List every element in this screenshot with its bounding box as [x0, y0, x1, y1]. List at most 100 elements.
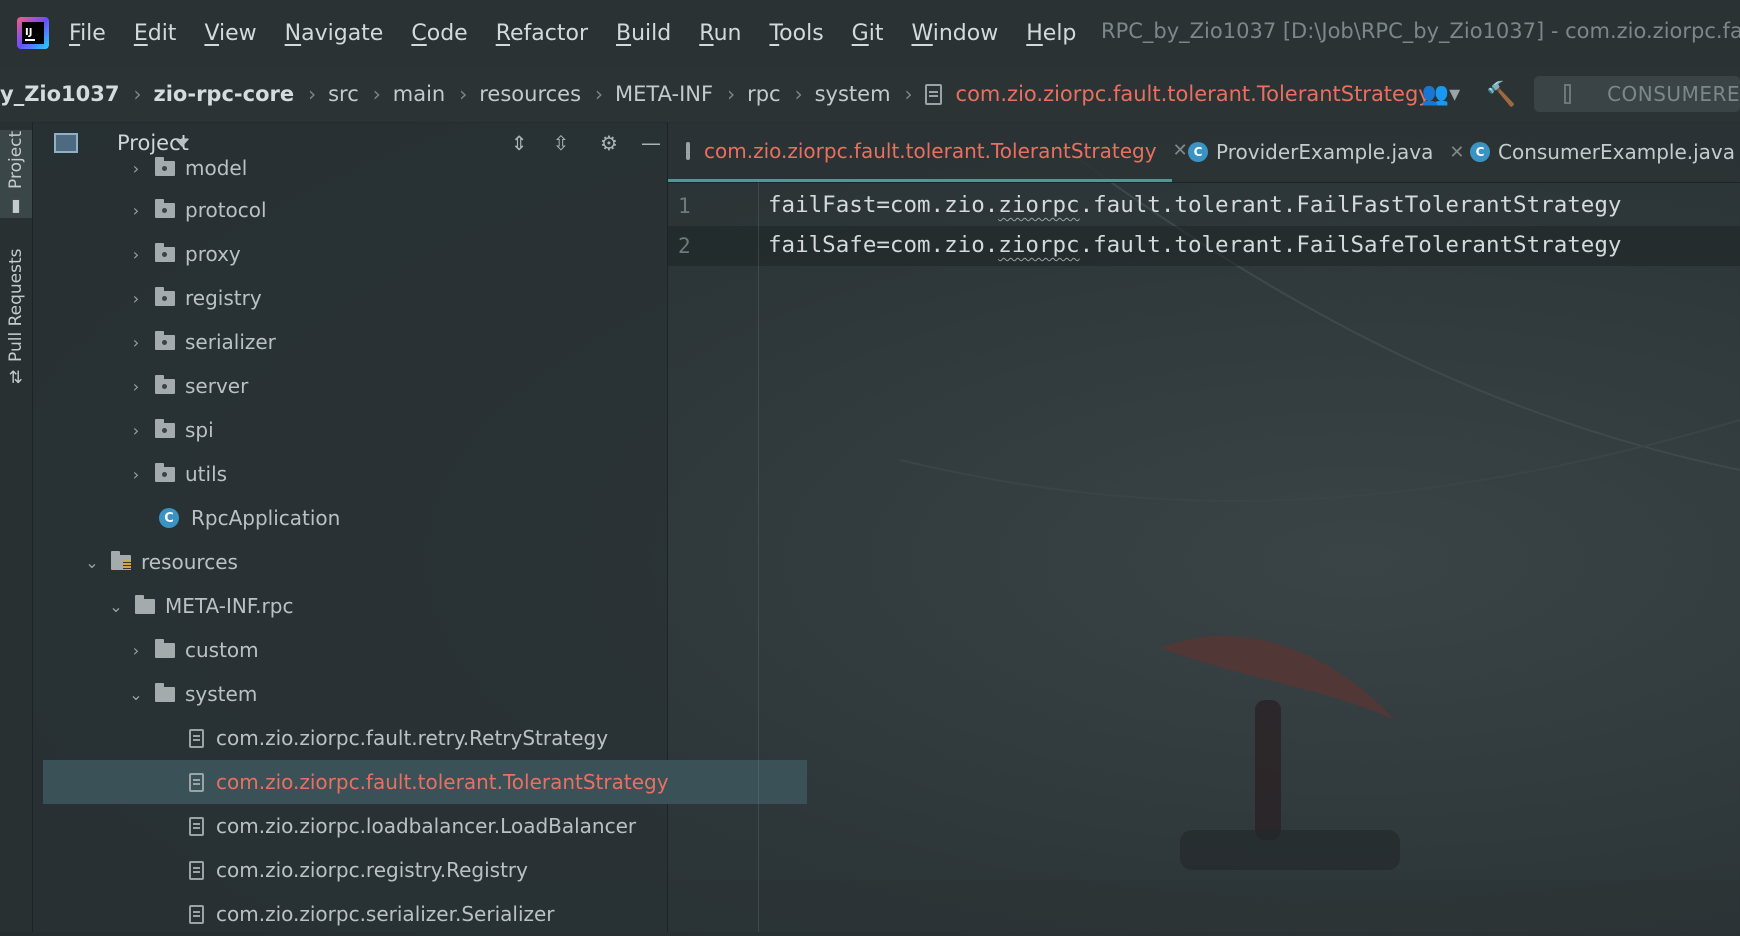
- breadcrumb-module[interactable]: zio-rpc-core: [154, 82, 295, 106]
- java-class-icon: C: [1188, 142, 1208, 162]
- run-config-icon: [1564, 84, 1572, 104]
- code-line-1[interactable]: failFast=com.zio.ziorpc.fault.tolerant.F…: [768, 192, 1621, 218]
- tree-item-label: resources: [141, 550, 238, 574]
- file-icon: [189, 904, 204, 924]
- tab-tolerant-strategy[interactable]: com.zio.ziorpc.fault.tolerant.TolerantSt…: [668, 122, 1188, 182]
- code-text-typo: ziorpc: [998, 192, 1080, 218]
- chevron-down-icon[interactable]: ⌄: [109, 597, 123, 616]
- tree-item-meta-inf-rpc[interactable]: ⌄ META-INF.rpc: [33, 584, 743, 628]
- menu-build[interactable]: Build: [616, 21, 671, 46]
- breadcrumb-rpc[interactable]: rpc: [747, 82, 781, 106]
- chevron-right-icon[interactable]: ›: [129, 159, 143, 178]
- line-number: 1: [678, 194, 691, 218]
- navigation-bar: y_Zio1037 › zio-rpc-core › src › main › …: [0, 66, 1740, 123]
- tree-item-label: protocol: [185, 198, 267, 222]
- tree-item-label: com.zio.ziorpc.serializer.Serializer: [216, 902, 555, 926]
- file-icon: [686, 141, 690, 160]
- intellij-logo-icon[interactable]: IJ: [17, 17, 49, 49]
- code-text: .fault.tolerant.FailFastTolerantStrategy: [1079, 192, 1622, 218]
- chevron-right-icon[interactable]: ›: [129, 333, 143, 352]
- chevron-right-icon: ›: [133, 82, 142, 106]
- tree-item-protocol[interactable]: › protocol: [33, 188, 763, 232]
- code-text: failSafe=com.zio.: [768, 232, 999, 258]
- menu-edit[interactable]: Edit: [134, 21, 177, 46]
- tree-item-label: com.zio.ziorpc.loadbalancer.LoadBalancer: [216, 814, 637, 838]
- chevron-down-icon[interactable]: ⌄: [129, 685, 143, 704]
- user-dropdown-icon[interactable]: 👥▾: [1422, 82, 1460, 107]
- tree-item-label: utils: [185, 462, 228, 486]
- breadcrumb-project[interactable]: y_Zio1037: [0, 82, 120, 106]
- breadcrumb-main[interactable]: main: [393, 82, 445, 106]
- code-text-typo: ziorpc: [998, 232, 1080, 258]
- tree-item-label: META-INF.rpc: [165, 594, 294, 618]
- tree-item-serializer[interactable]: › serializer: [33, 320, 763, 364]
- code-line-2[interactable]: failSafe=com.zio.ziorpc.fault.tolerant.F…: [768, 232, 1621, 258]
- chevron-down-icon[interactable]: ⌄: [85, 553, 99, 572]
- run-config-label: CONSUMERE: [1607, 82, 1740, 106]
- chevron-right-icon: ›: [459, 82, 468, 106]
- menu-window[interactable]: Window: [911, 21, 998, 46]
- chevron-right-icon: ›: [904, 82, 913, 106]
- breadcrumb-current-file[interactable]: com.zio.ziorpc.fault.tolerant.TolerantSt…: [956, 82, 1431, 106]
- tree-item-custom[interactable]: › custom: [33, 628, 763, 672]
- menu-file[interactable]: File: [69, 21, 106, 46]
- java-class-icon: C: [1470, 142, 1490, 162]
- chevron-right-icon[interactable]: ›: [129, 465, 143, 484]
- line-number-gutter: 1 2: [668, 182, 759, 932]
- tree-item-proxy[interactable]: › proxy: [33, 232, 763, 276]
- tree-item-label: system: [185, 682, 258, 706]
- build-hammer-icon[interactable]: 🔨: [1486, 80, 1516, 108]
- tree-item-label: serializer: [185, 330, 276, 354]
- tool-window-project-label: Project: [6, 130, 26, 190]
- window-title: RPC_by_Zio1037 [D:\Job\RPC_by_Zio1037] -…: [1101, 19, 1740, 43]
- tree-item-registry[interactable]: › registry: [33, 276, 763, 320]
- chevron-right-icon: ›: [727, 82, 736, 106]
- tree-item-system[interactable]: ⌄ system: [33, 672, 763, 716]
- tree-item-resources[interactable]: ⌄ resources: [33, 540, 719, 584]
- chevron-right-icon: ›: [794, 82, 803, 106]
- menu-view[interactable]: View: [204, 21, 256, 46]
- tree-item-model[interactable]: › model: [33, 146, 763, 190]
- menu-navigate[interactable]: Navigate: [285, 21, 384, 46]
- tab-consumer-example[interactable]: C ConsumerExample.java ✕: [1450, 122, 1740, 182]
- tool-window-project[interactable]: ▮ Project: [0, 130, 32, 218]
- chevron-right-icon[interactable]: ›: [129, 421, 143, 440]
- tool-window-pull-requests[interactable]: ⇄ Pull Requests: [0, 248, 32, 384]
- breadcrumb-src[interactable]: src: [328, 82, 359, 106]
- breadcrumb-resources[interactable]: resources: [479, 82, 581, 106]
- java-class-icon: C: [159, 508, 179, 528]
- tree-item-server[interactable]: › server: [33, 364, 763, 408]
- chevron-right-icon[interactable]: ›: [129, 377, 143, 396]
- file-icon: [924, 83, 942, 105]
- package-folder-icon: [155, 462, 175, 482]
- package-folder-icon: [155, 418, 175, 438]
- run-configuration-selector[interactable]: CONSUMERE: [1534, 76, 1740, 112]
- package-folder-icon: [155, 198, 175, 218]
- tree-item-label: server: [185, 374, 249, 398]
- chevron-right-icon[interactable]: ›: [129, 289, 143, 308]
- menu-refactor[interactable]: Refactor: [496, 21, 588, 46]
- menu-code[interactable]: Code: [411, 21, 467, 46]
- menu-run[interactable]: Run: [699, 21, 741, 46]
- menu-tools[interactable]: Tools: [769, 21, 823, 46]
- main-menu-bar: IJ File Edit View Navigate Code Refactor…: [0, 0, 1740, 66]
- chevron-right-icon[interactable]: ›: [129, 245, 143, 264]
- tab-label: com.zio.ziorpc.fault.tolerant.TolerantSt…: [704, 138, 1157, 163]
- breadcrumb-system[interactable]: system: [815, 82, 891, 106]
- tree-item-utils[interactable]: › utils: [33, 452, 763, 496]
- chevron-right-icon[interactable]: ›: [129, 641, 143, 660]
- tree-item-label: com.zio.ziorpc.fault.tolerant.TolerantSt…: [216, 770, 669, 794]
- pull-request-icon: ⇄: [6, 369, 26, 384]
- tab-label: ProviderExample.java: [1216, 140, 1434, 164]
- file-icon: [189, 860, 204, 880]
- breadcrumb-meta-inf[interactable]: META-INF: [615, 82, 713, 106]
- package-folder-icon: [155, 330, 175, 350]
- folder-icon: ▮: [6, 197, 26, 218]
- navbar-actions: 👥▾ 🔨 CONSUMERE: [1422, 66, 1740, 122]
- chevron-right-icon[interactable]: ›: [129, 201, 143, 220]
- menu-git[interactable]: Git: [852, 21, 884, 46]
- tab-provider-example[interactable]: C ProviderExample.java ✕: [1168, 122, 1464, 182]
- menu-help[interactable]: Help: [1026, 21, 1076, 46]
- tree-item-spi[interactable]: › spi: [33, 408, 763, 452]
- tree-item-label: model: [185, 156, 248, 180]
